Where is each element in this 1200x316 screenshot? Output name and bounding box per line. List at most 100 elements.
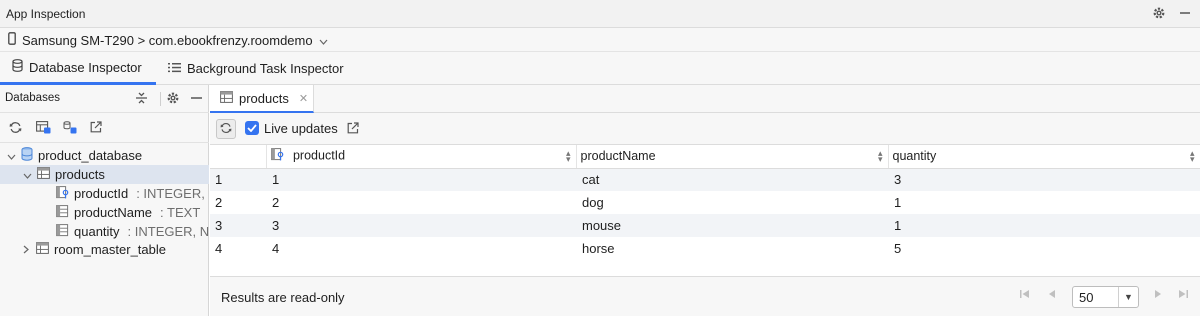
first-page-icon[interactable] [1020,289,1030,302]
table-icon [36,242,49,257]
cell-productId[interactable]: 4 [266,237,576,260]
last-page-icon[interactable] [1178,289,1188,302]
cell-productName[interactable]: dog [576,191,888,214]
column-header-productName[interactable]: productName ▴ ▾ [576,145,889,169]
cell-productId[interactable]: 1 [266,168,576,191]
device-bar: Samsung SM-T290 > com.ebookfrenzy.roomde… [0,28,1200,52]
device-selector[interactable]: Samsung SM-T290 > com.ebookfrenzy.roomde… [8,32,328,48]
tree-column-type: : INTEGER, N [127,224,210,239]
tab-label: Database Inspector [29,59,142,75]
tree-column-name: quantity [74,224,120,239]
window-title: App Inspection [6,7,86,21]
export-icon[interactable] [90,121,102,136]
tab-background-task-inspector[interactable]: Background Task Inspector [168,52,344,85]
cell-productId[interactable]: 3 [266,214,576,237]
inspector-tabs: Database Inspector Background Task Inspe… [0,52,1200,85]
databases-panel-title: Databases [5,92,60,104]
chevron-down-icon [319,33,328,48]
table-editor: products ✕ Live updates productId ▴ ▾ pr… [210,85,1200,316]
cell-quantity[interactable]: 1 [888,214,1200,237]
export-icon[interactable] [347,122,359,137]
refresh-icon[interactable] [9,121,22,137]
device-selector-label: Samsung SM-T290 > com.ebookfrenzy.roomde… [22,32,313,48]
table-icon [220,90,233,106]
title-bar: App Inspection [0,0,1200,28]
column-icon [56,204,69,221]
refresh-table-button[interactable] [216,119,236,139]
page-size-select[interactable]: 50 ▼ [1072,286,1139,308]
column-header-quantity[interactable]: quantity ▴ ▾ [888,145,1200,169]
row-index-header [210,145,267,169]
refresh-icon [220,122,232,137]
column-header-label: productName [580,149,656,164]
next-page-icon[interactable] [1154,289,1162,302]
live-updates-label[interactable]: Live updates [264,121,338,136]
chevron-down-icon[interactable] [23,167,32,182]
sort-icon[interactable]: ▴ ▾ [1190,149,1195,164]
table-row[interactable]: 4 4 horse 5 [210,237,1200,260]
panel-gear-icon[interactable] [166,91,180,108]
databases-panel: Databases product_database products prod… [0,85,209,316]
databases-toolbar [0,113,209,143]
run-query-icon[interactable] [36,121,51,137]
page-size-value: 50 [1079,289,1094,305]
column-header-productId[interactable]: productId ▴ ▾ [266,145,577,169]
cell-productName[interactable]: horse [576,237,888,260]
cell-quantity[interactable]: 3 [888,168,1200,191]
tree-column-name: productName [74,205,153,220]
previous-page-icon[interactable] [1048,289,1056,302]
sort-icon[interactable]: ▴ ▾ [878,149,883,164]
settings-gear-icon[interactable] [1152,6,1166,23]
tree-column-type: : TEXT [160,205,201,220]
panel-minimize-icon[interactable] [190,91,203,108]
live-updates-checkbox[interactable] [245,121,259,135]
column-header-label: productId [292,148,346,163]
collapse-all-icon[interactable] [135,91,148,108]
chevron-right-icon[interactable] [23,242,29,257]
chevron-down-icon[interactable]: ▼ [1118,287,1138,307]
table-row[interactable]: 3 3 mouse 1 [210,214,1200,237]
column-icon [56,223,69,240]
table-header-row: productId ▴ ▾ productName ▴ ▾ quantity ▴ ▾ [210,145,1200,169]
primary-key-column-icon [56,185,69,202]
cell-productName[interactable]: mouse [576,214,888,237]
tab-database-inspector[interactable]: Database Inspector [0,52,156,85]
tab-label: Background Task Inspector [187,61,344,76]
sort-icon[interactable]: ▴ ▾ [566,149,571,164]
tree-column-type: : INTEGER, [136,186,205,201]
tree-table-label: products [55,167,105,182]
cell-quantity[interactable]: 1 [888,191,1200,214]
tree-database-label: product_database [38,148,143,163]
cell-quantity[interactable]: 5 [888,237,1200,260]
chevron-down-icon[interactable] [7,148,16,163]
list-icon [168,61,181,76]
results-footer: Results are read-only 50 ▼ [210,276,1200,316]
databases-panel-header: Databases [0,85,209,113]
cell-productName[interactable]: cat [576,168,888,191]
row-index: 1 [210,168,266,191]
phone-icon [8,32,16,48]
cell-productId[interactable]: 2 [266,191,576,214]
tree-column-quantity[interactable]: quantity : INTEGER, N [0,222,209,241]
editor-tab-products[interactable]: products ✕ [210,85,314,113]
tree-table-products[interactable]: products [0,165,209,184]
keep-connections-icon[interactable] [63,121,77,137]
table-icon [37,167,50,182]
column-header-label: quantity [892,149,937,164]
tree-database-node[interactable]: product_database [0,146,209,165]
tree-table-room-master[interactable]: room_master_table [0,240,209,259]
tree-column-productName[interactable]: productName : TEXT [0,203,209,222]
table-row[interactable]: 2 2 dog 1 [210,191,1200,214]
tree-column-name: productId [74,186,129,201]
editor-toolbar: Live updates [210,113,1200,145]
database-icon [21,147,33,164]
primary-key-column-icon [270,148,284,164]
editor-tabs: products ✕ [210,85,1200,113]
tree-column-productId[interactable]: productId : INTEGER, [0,184,209,203]
close-tab-icon[interactable]: ✕ [299,92,308,105]
read-only-notice: Results are read-only [221,290,345,305]
table-row[interactable]: 1 1 cat 3 [210,168,1200,191]
row-index: 2 [215,195,223,210]
minimize-icon[interactable] [1178,6,1192,23]
toolbar-separator [160,92,161,106]
